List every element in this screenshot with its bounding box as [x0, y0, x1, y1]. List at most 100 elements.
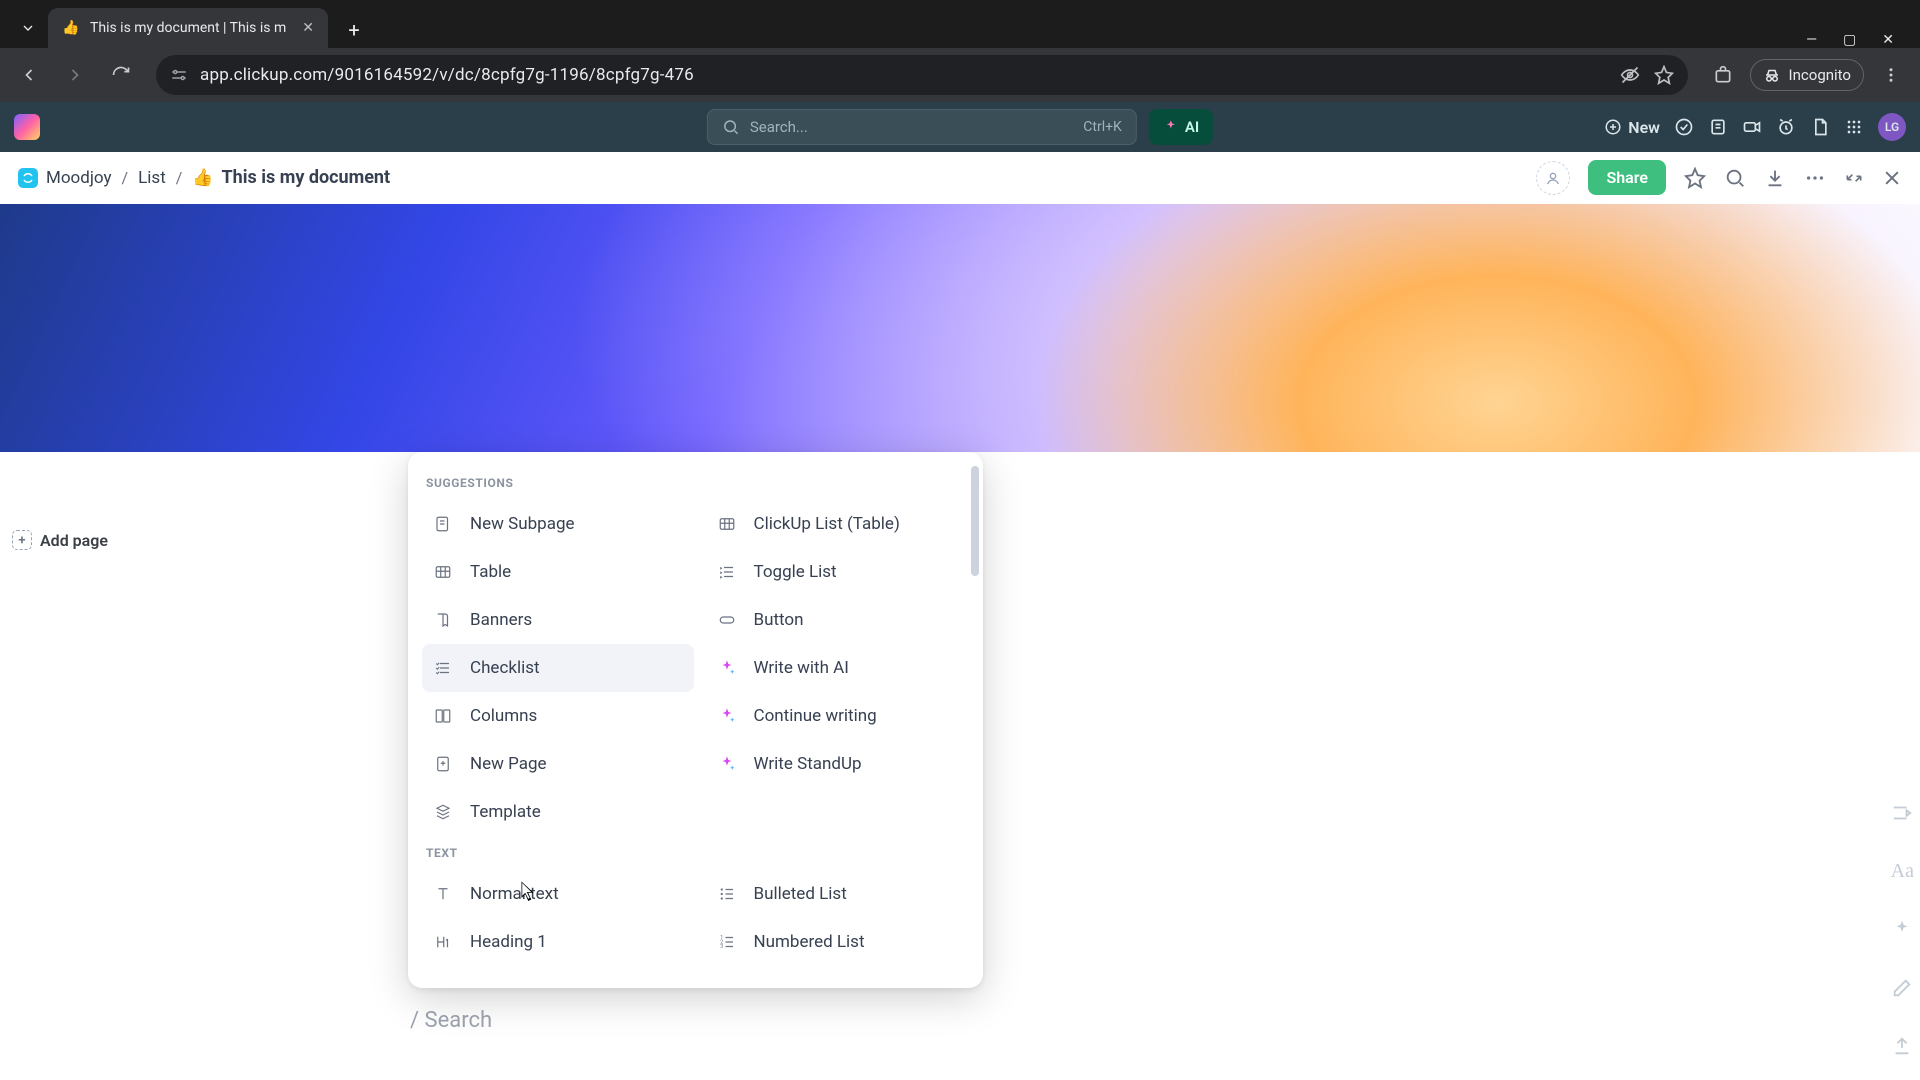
slash-menu-item[interactable]: Banners — [422, 596, 694, 644]
global-search-input[interactable]: Search... Ctrl+K — [707, 109, 1137, 145]
slash-menu-item[interactable]: Button — [706, 596, 978, 644]
favorite-star-icon[interactable] — [1684, 167, 1706, 189]
collapse-icon[interactable] — [1844, 168, 1864, 188]
breadcrumb-workspace[interactable]: Moodjoy — [18, 168, 112, 188]
slash-menu-item[interactable]: Write StandUp — [706, 740, 978, 788]
slash-menu-item-label: Table — [470, 562, 511, 582]
new-tab-button[interactable]: + — [336, 12, 372, 48]
tracking-protection-icon[interactable] — [1620, 65, 1640, 85]
columns-icon — [432, 707, 454, 725]
nav-reload-button[interactable] — [102, 56, 140, 94]
window-controls: — ▢ ✕ — [1806, 32, 1912, 48]
checklist-icon — [432, 659, 454, 677]
incognito-indicator[interactable]: Incognito — [1750, 59, 1864, 91]
tab-title: This is my document | This is m — [90, 20, 292, 36]
docs-icon[interactable] — [1810, 117, 1830, 137]
slash-menu-item-label: Normal text — [470, 884, 559, 904]
toggle-icon — [716, 563, 738, 581]
bookmark-star-icon[interactable] — [1654, 65, 1674, 85]
slash-menu-item[interactable]: Normal text — [422, 870, 694, 918]
slash-menu-item[interactable]: Continue writing — [706, 692, 978, 740]
notepad-icon[interactable] — [1708, 117, 1728, 137]
template-icon — [432, 803, 454, 821]
slash-menu-item-label: Numbered List — [754, 932, 865, 952]
slash-menu-item-label: Toggle List — [754, 562, 837, 582]
search-shortcut: Ctrl+K — [1083, 119, 1122, 135]
slash-menu-item-label: Continue writing — [754, 706, 877, 726]
doc-right-rail: Aa — [1891, 802, 1914, 1057]
record-icon[interactable] — [1742, 117, 1762, 137]
slash-menu-item[interactable]: New Subpage — [422, 500, 694, 548]
typography-icon[interactable]: Aa — [1891, 860, 1914, 883]
task-tray-icon[interactable] — [1674, 117, 1694, 137]
slash-menu-item-label: Banners — [470, 610, 532, 630]
edit-rail-icon[interactable] — [1891, 977, 1913, 999]
nav-forward-button[interactable] — [56, 56, 94, 94]
download-icon[interactable] — [1764, 167, 1786, 189]
nav-back-button[interactable] — [10, 56, 48, 94]
reminder-icon[interactable] — [1776, 117, 1796, 137]
indent-settings-icon[interactable] — [1891, 802, 1913, 824]
doc-cover[interactable] — [0, 204, 1920, 452]
close-doc-icon[interactable] — [1882, 168, 1902, 188]
window-close-button[interactable]: ✕ — [1882, 32, 1894, 48]
add-page-label: Add page — [40, 531, 108, 550]
more-options-icon[interactable] — [1804, 167, 1826, 189]
doc-emoji-icon: 👍 — [192, 168, 213, 188]
address-bar[interactable]: app.clickup.com/9016164592/v/dc/8cpfg7g-… — [156, 55, 1688, 95]
breadcrumb-doc[interactable]: 👍 This is my document — [192, 167, 390, 188]
browser-menu-icon[interactable] — [1872, 56, 1910, 94]
app-header: Search... Ctrl+K AI New LG — [0, 102, 1920, 152]
slash-menu-item[interactable]: ClickUp List (Table) — [706, 500, 978, 548]
slash-menu-item[interactable]: Numbered List — [706, 918, 978, 966]
clickup-logo[interactable] — [14, 114, 40, 140]
slash-menu-item-label: Bulleted List — [754, 884, 847, 904]
slash-menu-item[interactable]: Heading 1 — [422, 918, 694, 966]
h1-icon — [432, 933, 454, 951]
apps-grid-icon[interactable] — [1844, 117, 1864, 137]
extensions-icon[interactable] — [1704, 56, 1742, 94]
slash-menu-item-label: Write with AI — [754, 658, 849, 678]
slash-command-hint: / Search — [410, 1008, 492, 1033]
slash-menu-item[interactable]: Write with AI — [706, 644, 978, 692]
doc-search-icon[interactable] — [1724, 167, 1746, 189]
slash-menu-item[interactable]: Columns — [422, 692, 694, 740]
site-settings-icon[interactable] — [170, 66, 188, 84]
slash-menu-item[interactable]: Toggle List — [706, 548, 978, 596]
new-label: New — [1628, 118, 1660, 137]
url-text: app.clickup.com/9016164592/v/dc/8cpfg7g-… — [200, 65, 694, 85]
slash-menu-item[interactable]: New Page — [422, 740, 694, 788]
slash-menu-item[interactable]: Template — [422, 788, 694, 836]
ai-rail-icon[interactable] — [1891, 919, 1913, 941]
window-minimize-button[interactable]: — — [1806, 32, 1817, 48]
slash-menu-item-label: Button — [754, 610, 804, 630]
slash-menu-item[interactable]: Bulleted List — [706, 870, 978, 918]
browser-toolbar: app.clickup.com/9016164592/v/dc/8cpfg7g-… — [0, 48, 1920, 102]
doc-canvas[interactable]: + Add page / Search Aa SUGGESTIONS New S… — [0, 452, 1920, 1072]
add-page-button[interactable]: + Add page — [12, 530, 108, 550]
breadcrumb-list[interactable]: List — [138, 168, 166, 188]
ai-label: AI — [1185, 118, 1199, 136]
slash-menu-item[interactable]: Checklist — [422, 644, 694, 692]
ai-icon — [716, 755, 738, 773]
new-button[interactable]: New — [1604, 118, 1660, 137]
menu-scrollbar-thumb[interactable] — [971, 466, 979, 576]
tab-search-button[interactable] — [8, 8, 48, 48]
slash-menu-item[interactable]: Table — [422, 548, 694, 596]
user-avatar[interactable]: LG — [1878, 113, 1906, 141]
tab-close-icon[interactable]: ✕ — [302, 20, 314, 36]
slash-menu-item-label: Template — [470, 802, 541, 822]
add-collaborator-button[interactable] — [1536, 161, 1570, 195]
workspace-icon — [18, 168, 38, 188]
menu-section-text: TEXT — [426, 846, 973, 860]
export-rail-icon[interactable] — [1891, 1035, 1913, 1057]
slash-menu-item-label: New Page — [470, 754, 547, 774]
window-maximize-button[interactable]: ▢ — [1843, 32, 1856, 48]
ai-button[interactable]: AI — [1149, 109, 1213, 145]
share-button[interactable]: Share — [1588, 160, 1666, 195]
browser-tab-strip: 👍 This is my document | This is m ✕ + — … — [0, 0, 1920, 48]
search-icon — [722, 118, 740, 136]
breadcrumb-sep: / — [176, 168, 183, 187]
doc-header-bar: Moodjoy / List / 👍 This is my document S… — [0, 152, 1920, 204]
browser-tab[interactable]: 👍 This is my document | This is m ✕ — [48, 8, 328, 48]
